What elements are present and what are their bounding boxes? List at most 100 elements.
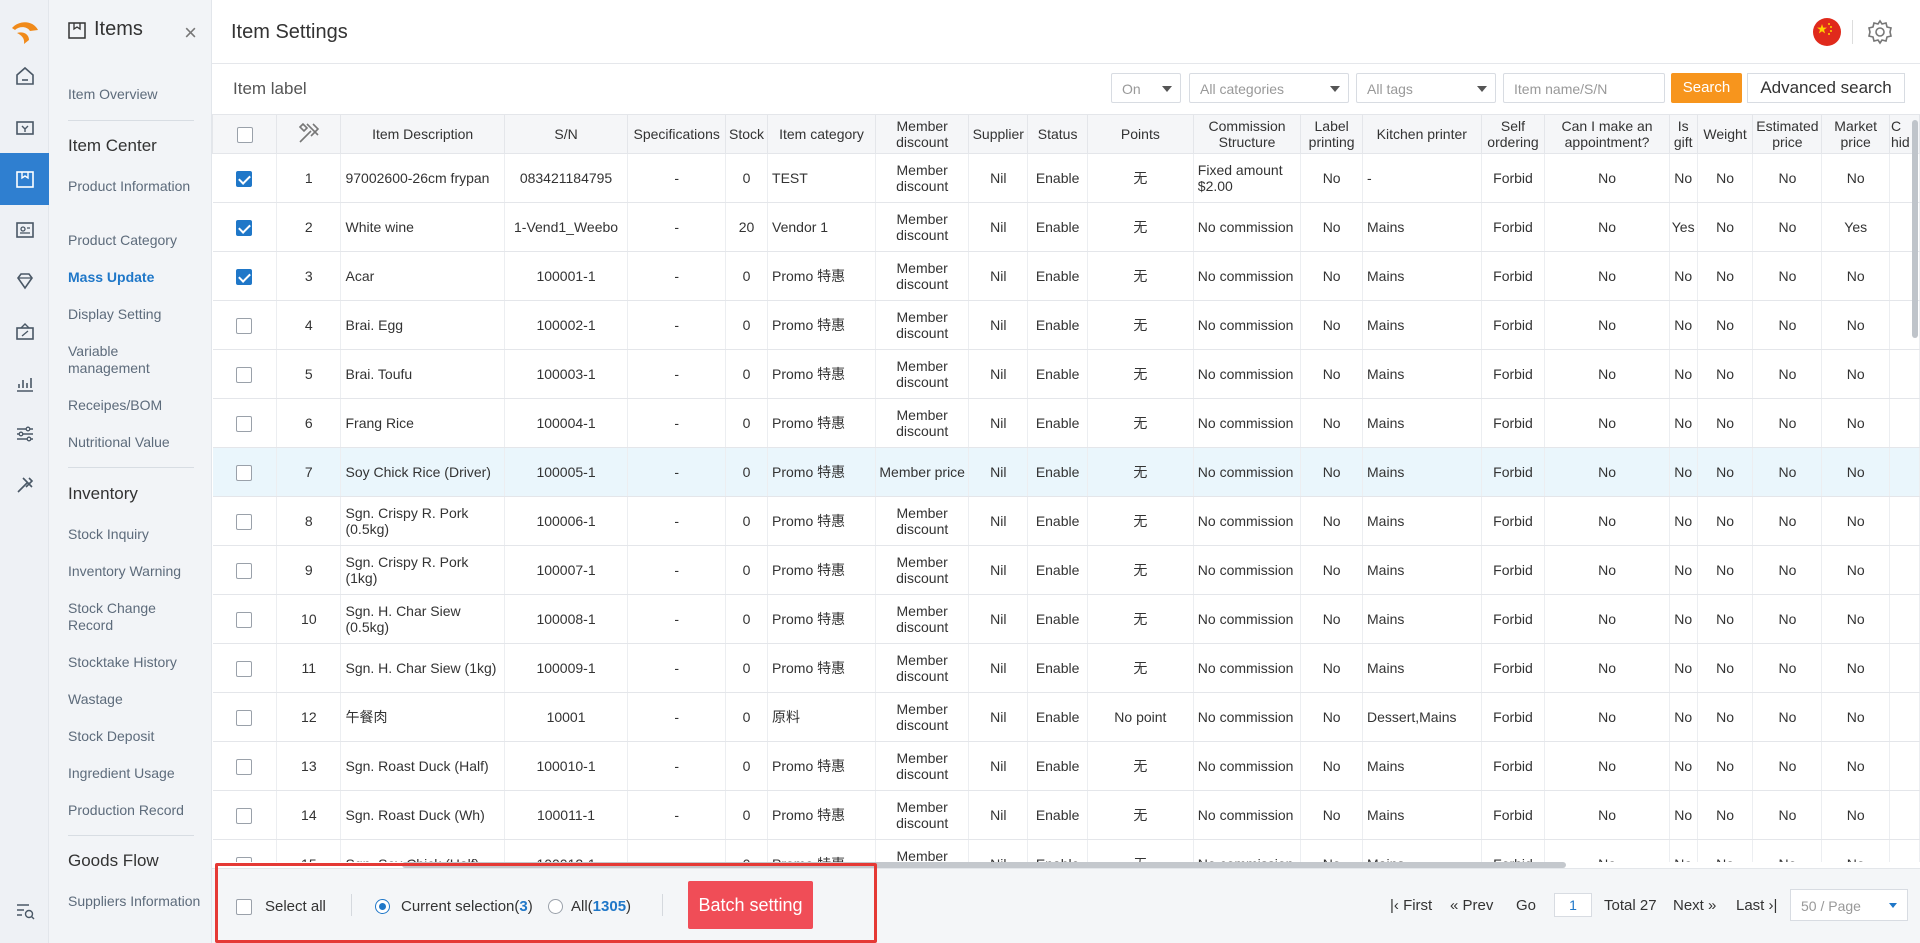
current-selection-radio[interactable] — [375, 899, 390, 914]
row-select-cell[interactable] — [212, 594, 278, 644]
batch-setting-button[interactable]: Batch setting — [688, 881, 813, 929]
row-checkbox[interactable] — [236, 170, 253, 187]
row-select-cell[interactable] — [212, 447, 278, 497]
search-list-icon[interactable] — [0, 885, 49, 937]
items-icon[interactable] — [0, 153, 49, 205]
close-icon[interactable]: × — [184, 22, 197, 44]
row-select-cell[interactable] — [212, 692, 278, 742]
table-row[interactable]: 14 Sgn. Roast Duck (Wh) 100011-1-0 Promo 特惠… — [212, 790, 1920, 840]
row-checkbox[interactable] — [236, 415, 253, 432]
search-input[interactable]: Item name/S/N — [1503, 73, 1665, 103]
row-select-cell[interactable] — [212, 153, 278, 203]
row-checkbox[interactable] — [236, 758, 253, 775]
row-checkbox[interactable] — [236, 709, 253, 726]
table-row[interactable]: 4 Brai. Egg 100002-1-0 Promo 特惠 Member disco… — [212, 300, 1920, 350]
vertical-scrollbar[interactable] — [1912, 120, 1918, 338]
sidebar-item-product-information[interactable]: Product Information — [68, 178, 203, 195]
sidebar-item-stock-deposit[interactable]: Stock Deposit — [68, 728, 203, 745]
sidebar-item-production-record[interactable]: Production Record — [68, 802, 203, 819]
row-select-cell[interactable] — [212, 790, 278, 840]
promotion-icon[interactable] — [0, 306, 49, 358]
row-checkbox[interactable] — [236, 317, 253, 334]
current-selection-label[interactable]: Current selection(3) — [401, 898, 533, 915]
row-checkbox[interactable] — [236, 268, 253, 285]
sidebar-item-receipes-bom[interactable]: Receipes/BOM — [68, 397, 203, 414]
table-row[interactable]: 12 午餐肉 10001-0 原料 Member discount Nil Enable No… — [212, 692, 1920, 742]
sidebar-item-inventory-warning[interactable]: Inventory Warning — [68, 563, 203, 580]
category-select[interactable]: All categories — [1189, 73, 1349, 103]
tools-settings-icon[interactable] — [296, 120, 322, 146]
tools-icon[interactable] — [0, 459, 49, 511]
all-label[interactable]: All(1305) — [571, 898, 631, 915]
header-checkbox[interactable] — [236, 126, 253, 143]
select-all-checkbox[interactable] — [236, 899, 252, 915]
table-row[interactable]: 2 White wine 1-Vend1_Weebo -20 Vendor 1 Membe… — [212, 202, 1920, 252]
row-checkbox[interactable] — [236, 660, 253, 677]
column-settings-header[interactable] — [276, 114, 342, 154]
row-select-cell[interactable] — [212, 202, 278, 252]
sidebar-item-stock-inquiry[interactable]: Stock Inquiry — [68, 526, 203, 543]
row-checkbox[interactable] — [236, 464, 253, 481]
row-checkbox[interactable] — [236, 513, 253, 530]
page-size-select[interactable]: 50 / Page — [1790, 889, 1908, 921]
sidebar-item-variable-management[interactable]: Variable management — [68, 343, 203, 377]
row-select-cell[interactable] — [212, 741, 278, 791]
row-checkbox[interactable] — [236, 366, 253, 383]
sidebar-item-product-category[interactable]: Product Category — [68, 232, 203, 249]
table-row[interactable]: 1 97002600-26cm frypan 083421184795-0 TEST M… — [212, 153, 1920, 203]
sidebar-item-stocktake-history[interactable]: Stocktake History — [68, 654, 203, 671]
cell-kitchen: Mains — [1362, 251, 1482, 301]
table-row[interactable]: 5 Brai. Toufu 100003-1-0 Promo 特惠 Member dis… — [212, 349, 1920, 399]
sliders-icon[interactable] — [0, 408, 49, 460]
sidebar-item-suppliers-information[interactable]: Suppliers Information — [68, 893, 203, 910]
member-card-icon[interactable] — [0, 204, 49, 256]
sidebar-item-mass-update[interactable]: Mass Update — [68, 269, 203, 286]
table-row[interactable]: 6 Frang Rice 100004-1-0 Promo 特惠 Member disc… — [212, 398, 1920, 448]
advanced-search-button[interactable]: Advanced search — [1747, 73, 1905, 103]
select-all-header[interactable] — [212, 114, 278, 154]
cell-sn: 100012-1 — [504, 839, 629, 862]
table-row[interactable]: 7 Soy Chick Rice (Driver) 100005-1-0 Promo … — [212, 447, 1920, 497]
row-checkbox[interactable] — [236, 807, 253, 824]
select-all-label[interactable]: Select all — [265, 898, 326, 915]
table-row[interactable]: 11 Sgn. H. Char Siew (1kg) 100009-1-0 Promo… — [212, 643, 1920, 693]
row-checkbox[interactable] — [236, 562, 253, 579]
table-row[interactable]: 3 Acar 100001-1-0 Promo 特惠 Member discount Ni… — [212, 251, 1920, 301]
page-number-input[interactable]: 1 — [1554, 893, 1592, 917]
table-row[interactable]: 8 Sgn. Crispy R. Pork (0.5kg) 100006-1-0 Pr… — [212, 496, 1920, 546]
row-select-cell[interactable] — [212, 398, 278, 448]
next-page-link[interactable]: Next » — [1673, 897, 1716, 914]
row-select-cell[interactable] — [212, 251, 278, 301]
row-select-cell[interactable] — [212, 349, 278, 399]
cashier-icon[interactable] — [0, 102, 49, 154]
china-flag-icon[interactable] — [1813, 18, 1841, 46]
sidebar-item-nutritional-value[interactable]: Nutritional Value — [68, 434, 203, 451]
row-select-cell[interactable] — [212, 839, 278, 862]
first-page-link[interactable]: |‹ First — [1390, 897, 1432, 914]
row-select-cell[interactable] — [212, 545, 278, 595]
sidebar-item-ingredient-usage[interactable]: Ingredient Usage — [68, 765, 203, 782]
table-row[interactable]: 15Sgn. Soy Chick (Half)100012-1-0Promo 特… — [212, 839, 1920, 862]
row-select-cell[interactable] — [212, 643, 278, 693]
sidebar-item-wastage[interactable]: Wastage — [68, 691, 203, 708]
row-select-cell[interactable] — [212, 300, 278, 350]
table-row[interactable]: 9 Sgn. Crispy R. Pork (1kg) 100007-1-0 Prom… — [212, 545, 1920, 595]
home-icon[interactable] — [0, 50, 49, 102]
sidebar-item-display-setting[interactable]: Display Setting — [68, 306, 203, 323]
diamond-icon[interactable] — [0, 255, 49, 307]
prev-page-link[interactable]: « Prev — [1450, 897, 1493, 914]
last-page-link[interactable]: Last ›| — [1736, 897, 1777, 914]
search-button[interactable]: Search — [1671, 73, 1742, 103]
sidebar-item-item-overview[interactable]: Item Overview — [68, 86, 203, 103]
all-radio[interactable] — [548, 899, 563, 914]
row-select-cell[interactable] — [212, 496, 278, 546]
report-chart-icon[interactable] — [0, 357, 49, 409]
row-checkbox[interactable] — [236, 611, 253, 628]
table-row[interactable]: 10 Sgn. H. Char Siew (0.5kg) 100008-1-0 Pro… — [212, 594, 1920, 644]
table-row[interactable]: 13 Sgn. Roast Duck (Half) 100010-1-0 Promo … — [212, 741, 1920, 791]
status-select[interactable]: On — [1111, 73, 1181, 103]
gear-icon[interactable] — [1865, 17, 1895, 47]
tag-select[interactable]: All tags — [1356, 73, 1496, 103]
row-checkbox[interactable] — [236, 219, 253, 236]
sidebar-item-stock-change-record[interactable]: Stock Change Record — [68, 600, 203, 634]
